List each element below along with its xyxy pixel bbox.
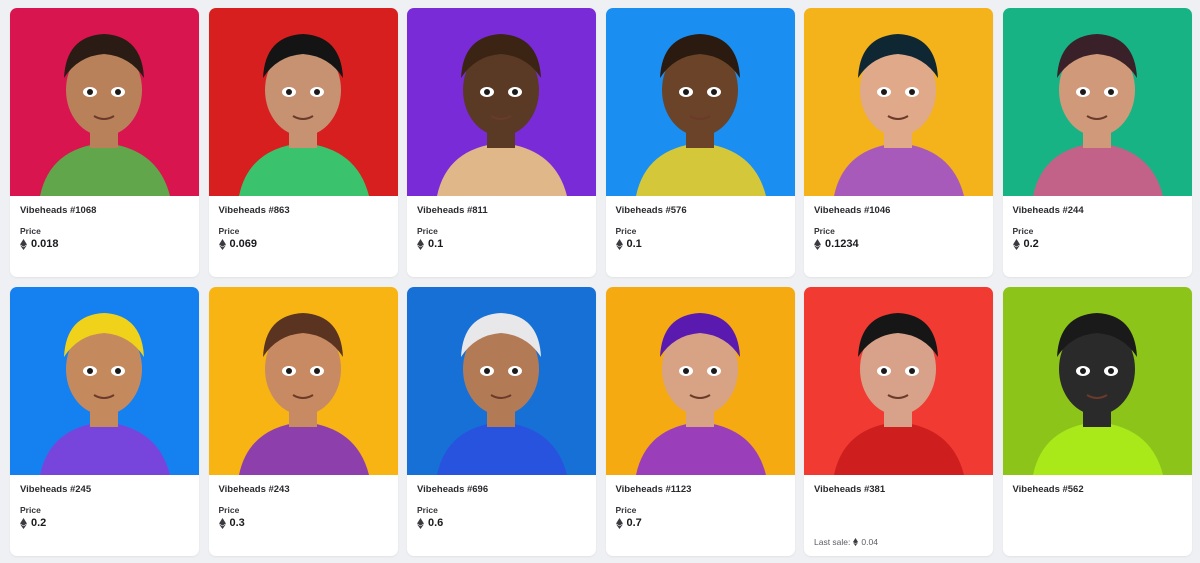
- ethereum-icon: [814, 238, 821, 250]
- price-value: 0.3: [229, 517, 245, 529]
- last-sale-value: 0.04: [861, 537, 878, 547]
- price-value: 0.7: [626, 517, 642, 529]
- price-label: Price: [218, 226, 240, 236]
- price-row: 0.1: [417, 238, 443, 250]
- price-row: 0.2: [20, 517, 46, 529]
- price-label: Price: [20, 226, 41, 236]
- price-value: 0.6: [428, 517, 444, 529]
- price-value: 0.018: [31, 238, 59, 250]
- nft-card[interactable]: Vibeheads #381 Last sale: 0.04: [804, 287, 993, 556]
- price-label: Price: [417, 505, 438, 515]
- nft-name[interactable]: Vibeheads #381: [814, 484, 885, 495]
- price-label: Price: [615, 226, 637, 236]
- nft-card-info: Vibeheads #1046 Price 0.1234: [804, 196, 993, 277]
- price-row: 0.6: [417, 517, 443, 529]
- nft-artwork-image[interactable]: [1002, 8, 1192, 196]
- nft-card-info: Vibeheads #576 Price 0.1: [606, 196, 795, 277]
- nft-artwork-image[interactable]: [10, 287, 199, 475]
- price-label: Price: [20, 505, 41, 515]
- nft-name[interactable]: Vibeheads #1068: [20, 205, 96, 216]
- ethereum-icon: [417, 238, 424, 250]
- price-row: 0.3: [218, 517, 245, 529]
- price-value: 0.069: [229, 238, 258, 250]
- nft-card-info: Vibeheads #244 Price 0.2: [1003, 196, 1192, 277]
- ethereum-icon: [1012, 238, 1020, 250]
- price-value: 0.1234: [825, 238, 859, 250]
- nft-card[interactable]: Vibeheads #696 Price 0.6: [407, 287, 596, 556]
- price-label: Price: [814, 226, 835, 236]
- nft-artwork-image[interactable]: [407, 8, 596, 196]
- price-label: Price: [218, 505, 240, 515]
- price-label: Price: [417, 226, 438, 236]
- nft-card[interactable]: Vibeheads #863 Price 0.069: [208, 8, 398, 277]
- nft-card[interactable]: Vibeheads #1068 Price 0.018: [10, 8, 199, 277]
- nft-card[interactable]: Vibeheads #1123 Price 0.7: [605, 287, 795, 556]
- nft-card-info: Vibeheads #696 Price 0.6: [407, 475, 596, 556]
- price-label: Price: [1012, 226, 1034, 236]
- price-row: 0.069: [218, 238, 258, 250]
- nft-artwork-image[interactable]: [10, 8, 199, 196]
- ethereum-icon: [853, 538, 859, 546]
- nft-card-info: Vibeheads #863 Price 0.069: [209, 196, 398, 277]
- nft-artwork-image[interactable]: [208, 287, 398, 475]
- nft-name[interactable]: Vibeheads #1123: [616, 484, 692, 495]
- ethereum-icon: [20, 238, 27, 250]
- last-sale-label: Last sale:: [814, 537, 851, 547]
- price-value: 0.2: [31, 517, 47, 529]
- price-value: 0.1: [626, 238, 642, 250]
- nft-grid: Vibeheads #1068 Price 0.018 Vibeheads #863…: [10, 8, 1192, 556]
- nft-name[interactable]: Vibeheads #562: [1013, 484, 1084, 495]
- nft-artwork-image[interactable]: [804, 287, 993, 475]
- nft-card[interactable]: Vibeheads #243 Price 0.3: [208, 287, 398, 556]
- nft-card-info: Vibeheads #1068 Price 0.018: [10, 196, 199, 277]
- nft-artwork-image[interactable]: [208, 8, 398, 196]
- nft-card[interactable]: Vibeheads #811 Price 0.1: [407, 8, 596, 277]
- price-value: 0.2: [1023, 238, 1039, 250]
- price-row: 0.1234: [814, 238, 859, 250]
- nft-name[interactable]: Vibeheads #1046: [814, 205, 890, 216]
- nft-artwork-image[interactable]: [605, 287, 795, 475]
- nft-card-info: Vibeheads #381 Last sale: 0.04: [804, 475, 993, 556]
- nft-artwork-image[interactable]: [605, 8, 795, 196]
- nft-card-info: Vibeheads #245 Price 0.2: [10, 475, 199, 556]
- price-label: Price: [615, 505, 637, 515]
- price-row: 0.7: [615, 517, 642, 529]
- nft-name[interactable]: Vibeheads #245: [20, 484, 91, 495]
- price-row: 0.1: [615, 238, 642, 250]
- ethereum-icon: [417, 517, 424, 529]
- nft-card-info: Vibeheads #811 Price 0.1: [407, 196, 596, 277]
- ethereum-icon: [615, 517, 623, 529]
- ethereum-icon: [615, 238, 623, 250]
- nft-name[interactable]: Vibeheads #811: [417, 205, 488, 216]
- nft-name[interactable]: Vibeheads #576: [616, 205, 687, 216]
- nft-card[interactable]: Vibeheads #562: [1002, 287, 1192, 556]
- nft-card[interactable]: Vibeheads #245 Price 0.2: [10, 287, 199, 556]
- nft-card[interactable]: Vibeheads #1046 Price 0.1234: [804, 8, 993, 277]
- nft-artwork-image[interactable]: [407, 287, 596, 475]
- nft-name[interactable]: Vibeheads #696: [417, 484, 488, 495]
- nft-card-info: Vibeheads #562: [1003, 475, 1192, 556]
- nft-card[interactable]: Vibeheads #576 Price 0.1: [605, 8, 795, 277]
- ethereum-icon: [218, 517, 226, 529]
- nft-artwork-image[interactable]: [1002, 287, 1192, 475]
- nft-card[interactable]: Vibeheads #244 Price 0.2: [1002, 8, 1192, 277]
- nft-name[interactable]: Vibeheads #244: [1013, 205, 1084, 216]
- nft-card-info: Vibeheads #1123 Price 0.7: [606, 475, 795, 556]
- ethereum-icon: [20, 517, 27, 529]
- nft-artwork-image[interactable]: [804, 8, 993, 196]
- price-row: 0.018: [20, 238, 59, 250]
- ethereum-icon: [218, 238, 226, 250]
- price-value: 0.1: [428, 238, 444, 250]
- last-sale: Last sale: 0.04: [814, 537, 878, 547]
- nft-name[interactable]: Vibeheads #863: [219, 205, 290, 216]
- price-row: 0.2: [1012, 238, 1039, 250]
- nft-name[interactable]: Vibeheads #243: [219, 484, 290, 495]
- nft-card-info: Vibeheads #243 Price 0.3: [209, 475, 398, 556]
